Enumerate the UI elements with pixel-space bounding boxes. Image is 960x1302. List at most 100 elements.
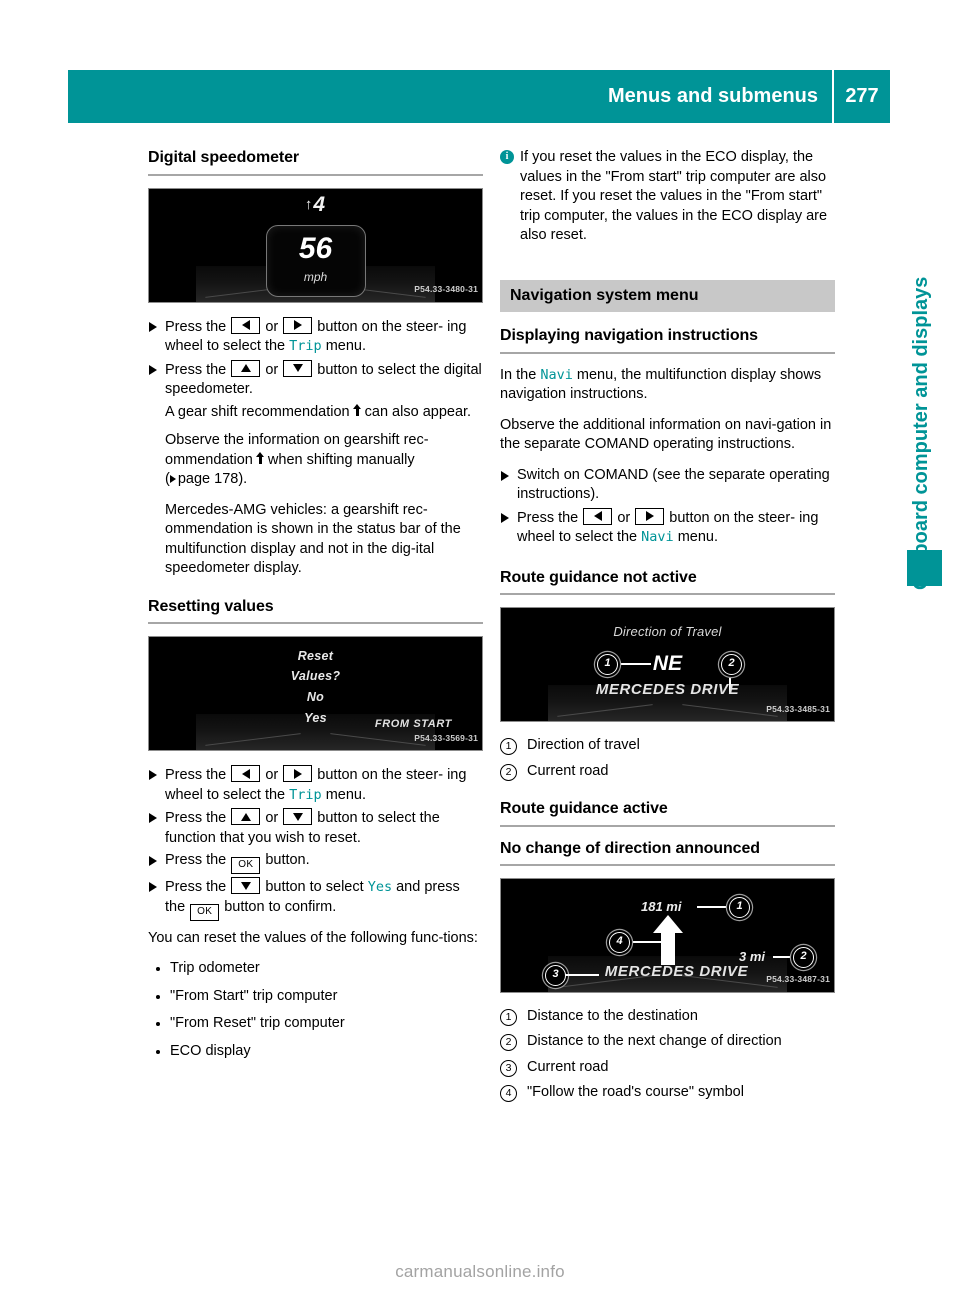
legend-label: Distance to the destination bbox=[527, 1007, 698, 1024]
site-watermark: carmanualsonline.info bbox=[395, 1262, 565, 1281]
step-triangle-icon bbox=[149, 856, 157, 866]
bullet-dot-icon bbox=[156, 994, 160, 999]
steps-resetting-values: Press the or button on the steer- ing wh… bbox=[148, 765, 483, 921]
step-text-prefix: Press the bbox=[165, 810, 227, 826]
step-text-prefix: Press the bbox=[165, 879, 227, 895]
page-header-bar: Menus and submenus 277 bbox=[68, 70, 890, 123]
step-text-line2-after: menu. bbox=[325, 338, 366, 354]
callout-leader-line bbox=[619, 663, 651, 665]
figure-callout-4: 4 bbox=[609, 931, 630, 953]
legend-number: 4 bbox=[500, 1085, 517, 1102]
legend-number: 3 bbox=[500, 1059, 517, 1077]
figure-current-road: MERCEDES DRIVE bbox=[595, 680, 740, 698]
step-text-prefix: Press the bbox=[165, 852, 227, 868]
left-column: Digital speedometer ↑4 56 mph P54.33-348… bbox=[148, 148, 483, 1069]
gearshift-note-part2: can also bbox=[364, 403, 419, 420]
callout-leader-line bbox=[629, 940, 667, 943]
step-text-prefix: Press the bbox=[165, 767, 227, 783]
navi-paragraph-2: Observe the additional information on na… bbox=[500, 416, 832, 453]
legend-label: "Follow the road's course" symbol bbox=[527, 1084, 744, 1100]
step-text-line2: function that you wish to reset. bbox=[165, 829, 361, 846]
page-number: 277 bbox=[845, 85, 879, 107]
left-arrow-key-icon bbox=[583, 507, 613, 525]
step-item: Press the OK button. bbox=[148, 851, 483, 874]
list-item: Trip odometer bbox=[148, 959, 483, 979]
bullet-dot-icon bbox=[156, 1049, 160, 1054]
step-text-middle: button on the steer- bbox=[317, 767, 444, 783]
step-text-middle: button. bbox=[265, 852, 310, 868]
legend-number: 1 bbox=[500, 1008, 517, 1026]
gearshift-note-part1: A gear shift recommendation bbox=[165, 403, 350, 420]
observe-line2: ommendation bbox=[165, 451, 253, 468]
legend-route-guidance-not-active: 1 Direction of travel 2 Current road bbox=[500, 736, 835, 781]
figure-caption: P54.33-3485-31 bbox=[766, 703, 830, 714]
step-triangle-icon bbox=[149, 882, 157, 892]
heading-displaying-navigation-instructions: Displaying navigation instructions bbox=[500, 327, 758, 344]
page-header-title: Menus and submenus bbox=[607, 85, 818, 107]
figure-reset-line2: Values? bbox=[290, 669, 341, 683]
legend-label: Current road bbox=[527, 762, 609, 779]
legend-route-guidance-active: 1 Distance to the destination 2 Distance… bbox=[500, 1007, 835, 1103]
up-arrow-key-icon bbox=[231, 808, 261, 825]
figure-callout-1: 1 bbox=[597, 654, 618, 675]
page-ref-arrow-icon bbox=[169, 475, 176, 483]
step-text-prefix: Press the bbox=[517, 509, 579, 526]
mfd-menu-word: Yes bbox=[367, 879, 393, 895]
step-text-middle: button on the steer- bbox=[669, 509, 796, 526]
step-text-after: and bbox=[396, 879, 421, 895]
gearshift-note: A gear shift recommendation can also app… bbox=[148, 403, 483, 423]
heading-route-guidance-active: Route guidance active bbox=[500, 800, 668, 817]
step-text-prefix: Press the bbox=[165, 318, 227, 335]
reset-closing-paragraph: You can reset the values of the followin… bbox=[148, 929, 478, 946]
step-triangle-icon bbox=[501, 512, 509, 523]
step-text-middle: button to select bbox=[265, 879, 364, 895]
step-text-or: or bbox=[617, 509, 631, 526]
down-arrow-key-icon bbox=[283, 359, 313, 377]
list-item: "From Reset" trip computer bbox=[148, 1014, 483, 1034]
figure-callout-2: 2 bbox=[721, 654, 742, 675]
list-item-label: "From Start" trip computer bbox=[170, 987, 338, 1004]
step-item: Press the button to select Yes and press… bbox=[148, 877, 483, 921]
heading-resetting-values: Resetting values bbox=[148, 597, 274, 615]
legend-item: 1 Distance to the destination bbox=[500, 1007, 835, 1027]
step-text-line2-after: menu. bbox=[677, 529, 718, 545]
legend-item: 2 Current road bbox=[500, 762, 835, 782]
figure-callout-1: 1 bbox=[729, 896, 750, 918]
step-item: Press the or button on the steer- ing wh… bbox=[148, 765, 483, 805]
step-item: Switch on COMAND (see the separate opera… bbox=[500, 466, 835, 505]
heading-rule bbox=[500, 864, 835, 866]
step-triangle-icon bbox=[149, 813, 157, 823]
legend-label: Direction of travel bbox=[527, 737, 640, 753]
ok-key-icon: OK bbox=[231, 857, 261, 874]
list-item-label: "From Reset" trip computer bbox=[170, 1015, 345, 1031]
resettable-functions-list: Trip odometer "From Start" trip computer… bbox=[148, 959, 483, 1061]
amg-paragraph: Mercedes-AMG vehicles: a gearshift rec-o… bbox=[165, 501, 461, 577]
page-reference[interactable]: (page 178). bbox=[165, 471, 247, 487]
step-triangle-icon bbox=[149, 364, 157, 375]
legend-number: 2 bbox=[500, 763, 517, 781]
ok-key-icon: OK bbox=[190, 903, 220, 921]
step-item: Press the or button on the steer- ing wh… bbox=[148, 316, 483, 357]
right-arrow-key-icon bbox=[635, 507, 665, 525]
step-text-or: or bbox=[265, 810, 279, 826]
chapter-side-tab-label: On-board computer and displays bbox=[910, 276, 932, 590]
figure-distance-destination: 181 mi bbox=[641, 898, 682, 914]
navi-para1-before: In the bbox=[500, 366, 537, 383]
mfd-menu-word: Trip bbox=[289, 786, 322, 803]
gearshift-note-part3: appear. bbox=[422, 403, 472, 420]
step-text-line2-after: button to confirm. bbox=[224, 898, 337, 915]
mfd-menu-word: Trip bbox=[289, 338, 322, 354]
legend-item: 3 Current road bbox=[500, 1058, 835, 1078]
right-arrow-key-icon bbox=[283, 765, 313, 782]
list-item: ECO display bbox=[148, 1042, 483, 1062]
info-note-block: i If you reset the values in the ECO dis… bbox=[500, 148, 835, 246]
step-text-middle: button to select the bbox=[317, 361, 440, 378]
heading-rule bbox=[500, 593, 835, 595]
figure-direction-value: NE bbox=[652, 652, 683, 675]
down-arrow-key-icon bbox=[283, 808, 313, 825]
figure-nav-title: Direction of Travel bbox=[613, 624, 722, 639]
heading-rule bbox=[148, 622, 483, 624]
chapter-side-tab-marker bbox=[907, 550, 942, 586]
bullet-dot-icon bbox=[156, 1022, 160, 1026]
step-item: Press the or button to select the digita… bbox=[148, 359, 483, 400]
